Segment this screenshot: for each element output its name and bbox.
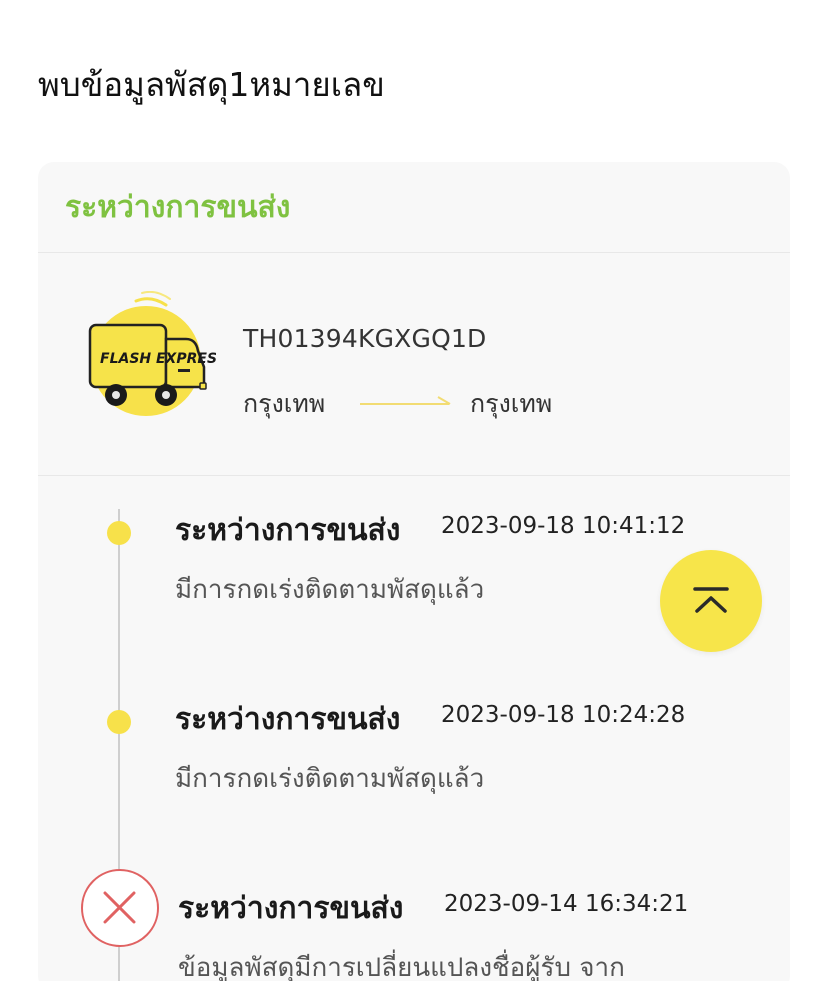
event-status: ระหว่างการขนส่ง [178,891,404,926]
page-heading: พบข้อมูลพัสดุ1หมายเลข [38,65,385,104]
tracking-number[interactable]: TH01394KGXGQ1D [243,324,487,353]
route-origin: กรุงเทพ [243,389,326,418]
event-description: ข้อมูลพัสดุมีการเปลี่ยนแปลงชื่อผู้รับ จา… [178,953,625,981]
truck-logo-text: FLASH EXPRESS [100,351,216,367]
truck-illustration: FLASH EXPRESS [88,291,216,416]
event-status: ระหว่างการขนส่ง [175,513,401,548]
event-timestamp: 2023-09-14 16:34:21 [444,891,689,917]
event-description: มีการกดเร่งติดตามพัสดุแล้ว [175,575,485,605]
card-header: ระหว่างการขนส่ง [38,162,790,253]
event-timestamp: 2023-09-18 10:24:28 [441,702,686,728]
route-destination: กรุงเทพ [470,389,553,418]
event-timestamp: 2023-09-18 10:41:12 [441,513,686,539]
timeline-dot [107,521,131,545]
chevron-up-bar-icon [693,587,729,613]
parcel-summary: FLASH EXPRESS [38,253,790,476]
event-status: ระหว่างการขนส่ง [175,702,401,737]
close-icon [81,869,159,947]
card-status: ระหว่างการขนส่ง [65,189,291,225]
tracking-timeline: ระหว่างการขนส่ง 2023-09-18 10:41:12 มีกา… [38,477,790,981]
route-arrow-icon [360,396,451,405]
timeline-dot [107,710,131,734]
event-description: มีการกดเร่งติดตามพัสดุแล้ว [175,764,485,794]
scroll-to-top-button[interactable] [660,550,762,652]
